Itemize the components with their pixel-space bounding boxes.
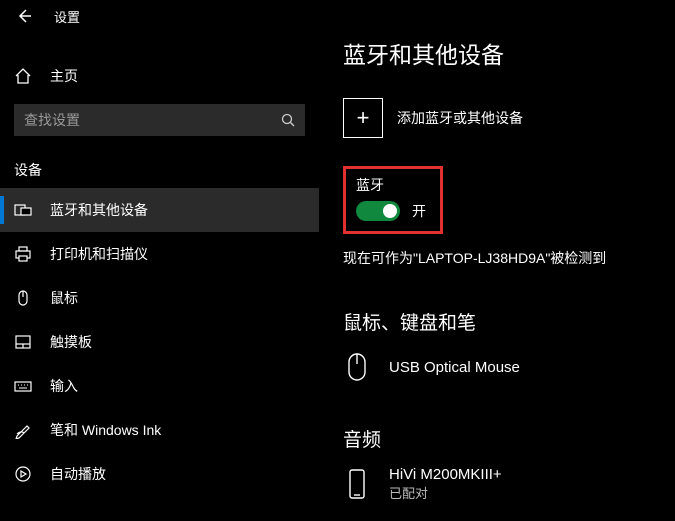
search-box[interactable] — [14, 104, 305, 136]
device-status: 已配对 — [389, 483, 502, 502]
sidebar-item-touchpad[interactable]: 触摸板 — [0, 320, 319, 364]
mouse-icon — [14, 289, 32, 307]
search-input[interactable] — [24, 112, 281, 128]
sidebar-item-label: 笔和 Windows Ink — [50, 420, 161, 440]
device-name: USB Optical Mouse — [389, 359, 520, 376]
mouse-device-icon — [343, 349, 371, 385]
home-icon — [14, 67, 32, 85]
add-device-button[interactable]: + 添加蓝牙或其他设备 — [343, 98, 675, 138]
bluetooth-toggle-row: 开 — [356, 201, 426, 221]
sidebar-item-label: 鼠标 — [50, 288, 78, 308]
discoverable-text: 现在可作为"LAPTOP-LJ38HD9A"被检测到 — [343, 248, 675, 268]
phone-device-icon — [343, 466, 371, 502]
add-device-label: 添加蓝牙或其他设备 — [397, 108, 523, 128]
sidebar-item-label: 打印机和扫描仪 — [50, 244, 148, 264]
sidebar-item-typing[interactable]: 输入 — [0, 364, 319, 408]
sidebar-section-label: 设备 — [0, 144, 319, 188]
sidebar-item-pen[interactable]: 笔和 Windows Ink — [0, 408, 319, 452]
keyboard-icon — [14, 377, 32, 395]
bluetooth-toggle-highlight: 蓝牙 开 — [343, 166, 443, 234]
plus-icon: + — [343, 98, 383, 138]
device-row-audio[interactable]: HiVi M200MKIII+ 已配对 — [343, 466, 675, 502]
bluetooth-devices-icon — [14, 201, 32, 219]
sidebar-item-label: 自动播放 — [50, 464, 106, 484]
sidebar-item-autoplay[interactable]: 自动播放 — [0, 452, 319, 496]
sidebar-item-bluetooth[interactable]: 蓝牙和其他设备 — [0, 188, 319, 232]
sidebar-item-label: 触摸板 — [50, 332, 92, 352]
bluetooth-section-label: 蓝牙 — [356, 175, 426, 195]
device-name: HiVi M200MKIII+ — [389, 466, 502, 483]
section-mouse-keyboard: 鼠标、键盘和笔 — [343, 308, 675, 335]
sidebar: 设置 主页 设备 蓝牙和其他设备 打印机和扫描仪 鼠标 — [0, 0, 319, 521]
device-row-mouse[interactable]: USB Optical Mouse — [343, 349, 675, 385]
printer-icon — [14, 245, 32, 263]
sidebar-item-label: 蓝牙和其他设备 — [50, 200, 148, 220]
page-title: 蓝牙和其他设备 — [343, 36, 675, 70]
back-icon[interactable] — [14, 6, 34, 26]
sidebar-item-label: 输入 — [50, 376, 78, 396]
window-title: 设置 — [54, 7, 80, 26]
main-panel: 蓝牙和其他设备 + 添加蓝牙或其他设备 蓝牙 开 现在可作为"LAPTOP-LJ… — [319, 0, 675, 521]
bluetooth-toggle-state: 开 — [412, 201, 426, 221]
sidebar-item-printers[interactable]: 打印机和扫描仪 — [0, 232, 319, 276]
bluetooth-toggle[interactable] — [356, 201, 400, 221]
autoplay-icon — [14, 465, 32, 483]
window-header: 设置 — [0, 0, 319, 32]
sidebar-item-mouse[interactable]: 鼠标 — [0, 276, 319, 320]
nav-home-label: 主页 — [50, 66, 78, 86]
pen-icon — [14, 421, 32, 439]
touchpad-icon — [14, 333, 32, 351]
section-audio: 音频 — [343, 425, 675, 452]
nav-home[interactable]: 主页 — [0, 56, 319, 96]
search-icon — [281, 113, 295, 127]
